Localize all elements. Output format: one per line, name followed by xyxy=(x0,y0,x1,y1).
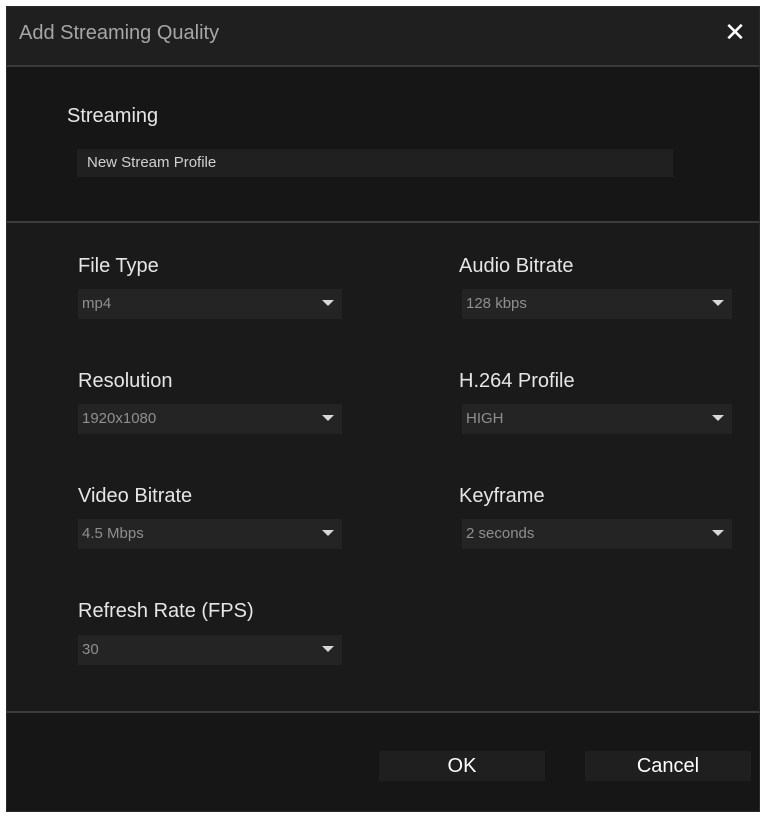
h264-profile-select[interactable]: HIGH xyxy=(462,404,732,434)
dialog-title: Add Streaming Quality xyxy=(19,22,220,44)
resolution-label: Resolution xyxy=(78,370,173,392)
file-type-label: File Type xyxy=(78,255,159,277)
keyframe-label: Keyframe xyxy=(459,485,545,507)
section-divider xyxy=(7,221,759,223)
audio-bitrate-label: Audio Bitrate xyxy=(459,255,574,277)
chevron-down-icon xyxy=(322,415,334,421)
streaming-label: Streaming xyxy=(67,105,159,127)
h264-profile-label: H.264 Profile xyxy=(459,370,575,392)
chevron-down-icon xyxy=(712,530,724,536)
refresh-rate-select[interactable]: 30 xyxy=(78,635,342,665)
chevron-down-icon xyxy=(712,415,724,421)
close-icon[interactable]: ✕ xyxy=(721,19,749,47)
video-bitrate-label: Video Bitrate xyxy=(78,485,193,507)
resolution-value: 1920x1080 xyxy=(82,410,157,427)
file-type-value: mp4 xyxy=(82,295,112,312)
add-streaming-quality-dialog: Add Streaming Quality ✕ Streaming File T… xyxy=(6,6,760,812)
keyframe-value: 2 seconds xyxy=(466,525,535,542)
chevron-down-icon xyxy=(712,300,724,306)
video-bitrate-value: 4.5 Mbps xyxy=(82,525,144,542)
dialog-footer: OK Cancel xyxy=(7,713,759,811)
chevron-down-icon xyxy=(322,300,334,306)
h264-profile-value: HIGH xyxy=(466,410,504,427)
streaming-name-input[interactable] xyxy=(77,149,673,177)
video-bitrate-select[interactable]: 4.5 Mbps xyxy=(78,519,342,549)
ok-button[interactable]: OK xyxy=(379,751,545,781)
chevron-down-icon xyxy=(322,646,334,652)
resolution-select[interactable]: 1920x1080 xyxy=(78,404,342,434)
file-type-select[interactable]: mp4 xyxy=(78,289,342,319)
refresh-rate-label: Refresh Rate (FPS) xyxy=(78,600,254,622)
cancel-button[interactable]: Cancel xyxy=(585,751,751,781)
audio-bitrate-value: 128 kbps xyxy=(466,295,527,312)
dialog-titlebar: Add Streaming Quality ✕ xyxy=(7,7,759,67)
refresh-rate-value: 30 xyxy=(82,641,99,658)
audio-bitrate-select[interactable]: 128 kbps xyxy=(462,289,732,319)
chevron-down-icon xyxy=(322,530,334,536)
streaming-section: Streaming xyxy=(7,67,759,221)
keyframe-select[interactable]: 2 seconds xyxy=(462,519,732,549)
